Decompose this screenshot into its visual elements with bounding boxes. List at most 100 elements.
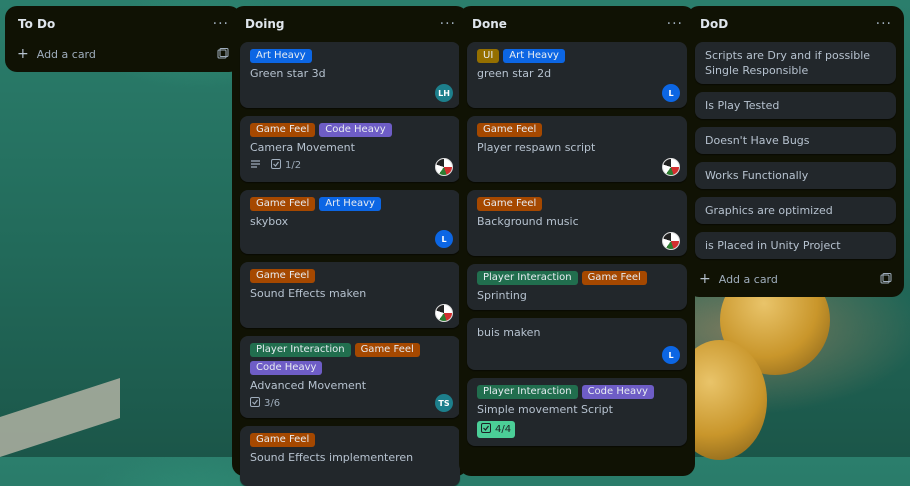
card-label[interactable]: Player Interaction <box>477 271 578 285</box>
task-card[interactable]: Game Feel Sound Effects implementeren <box>240 426 460 486</box>
checklist-icon <box>271 159 281 172</box>
card-title: Green star 3d <box>250 67 326 80</box>
task-card[interactable]: UI Art Heavy green star 2d L <box>467 42 687 108</box>
list-title[interactable]: Doing <box>245 17 284 31</box>
card-title: Camera Movement <box>250 141 355 154</box>
member-avatar[interactable] <box>662 232 680 250</box>
member-avatar[interactable]: TS <box>435 394 453 412</box>
list-menu-icon[interactable]: ··· <box>667 16 683 32</box>
member-avatar[interactable]: L <box>435 230 453 248</box>
list-menu-icon[interactable]: ··· <box>440 16 456 32</box>
card-title: Graphics are optimized <box>705 204 833 217</box>
checklist-badge: 3/6 <box>250 397 280 410</box>
card-title: Scripts are Dry and if possible Single R… <box>705 49 871 77</box>
background-ground <box>0 378 120 457</box>
card-label[interactable]: Art Heavy <box>250 49 312 63</box>
card-label[interactable]: Game Feel <box>250 123 316 137</box>
member-avatar[interactable] <box>662 158 680 176</box>
card-label[interactable]: Game Feel <box>477 197 543 211</box>
plus-icon: + <box>17 46 29 62</box>
card-label[interactable]: Game Feel <box>477 123 543 137</box>
task-card[interactable]: Game Feel Sound Effects maken <box>240 262 460 328</box>
card-labels: Player Interaction Game Feel Code Heavy <box>250 343 450 375</box>
card-title: Background music <box>477 215 579 228</box>
list-title[interactable]: To Do <box>18 17 55 31</box>
task-card[interactable]: Doesn't Have Bugs <box>695 127 896 154</box>
task-card[interactable]: Graphics are optimized <box>695 197 896 224</box>
list-header: DoD ··· <box>695 6 896 42</box>
card-container: Art Heavy Green star 3d LH Game Feel Code He… <box>240 42 460 486</box>
task-card[interactable]: Art Heavy Green star 3d LH <box>240 42 460 108</box>
list-menu-icon[interactable]: ··· <box>213 16 229 32</box>
task-card[interactable]: Player Interaction Game Feel Sprinting <box>467 264 687 310</box>
task-card[interactable]: Player Interaction Game Feel Code Heavy Adv… <box>240 336 460 418</box>
card-labels: Game Feel Code Heavy <box>250 123 450 137</box>
card-label[interactable]: UI <box>477 49 500 63</box>
card-badges: 4/4 <box>477 421 677 438</box>
task-card[interactable]: Works Functionally <box>695 162 896 189</box>
card-title: Player respawn script <box>477 141 596 154</box>
card-title: skybox <box>250 215 289 228</box>
card-label[interactable]: Game Feel <box>354 343 420 357</box>
card-label[interactable]: Art Heavy <box>503 49 565 63</box>
card-title: Sound Effects implementeren <box>250 451 414 464</box>
card-labels: Player Interaction Code Heavy <box>477 385 677 399</box>
template-icon[interactable] <box>880 273 892 285</box>
list-title[interactable]: Done <box>472 17 507 31</box>
task-card[interactable]: Game Feel Player respawn script <box>467 116 687 182</box>
checklist-badge: 4/4 <box>477 421 516 438</box>
member-avatar[interactable] <box>435 158 453 176</box>
checklist-count: 4/4 <box>495 424 512 435</box>
card-labels: Player Interaction Game Feel <box>477 271 677 285</box>
add-card-button[interactable]: + Add a card <box>695 267 896 291</box>
task-card[interactable]: Scripts are Dry and if possible Single R… <box>695 42 896 84</box>
list-done: Done ··· UI Art Heavy green star 2d L Game F… <box>459 6 695 476</box>
member-avatar[interactable] <box>435 304 453 322</box>
task-card[interactable]: Game Feel Code Heavy Camera Movement 1/2 <box>240 116 460 182</box>
card-label[interactable]: Game Feel <box>250 433 316 447</box>
checklist-count: 1/2 <box>285 160 302 171</box>
template-icon[interactable] <box>217 48 229 60</box>
list-header: Done ··· <box>467 6 687 42</box>
card-title: Sound Effects maken <box>250 287 367 300</box>
member-avatar[interactable]: L <box>662 84 680 102</box>
task-card[interactable]: Game Feel Art Heavy skybox L <box>240 190 460 254</box>
plus-icon: + <box>699 271 711 287</box>
task-card[interactable]: is Placed in Unity Project <box>695 232 896 259</box>
card-title: buis maken <box>477 326 541 339</box>
add-card-label: Add a card <box>36 47 96 61</box>
card-title: Sprinting <box>477 289 527 302</box>
member-avatar[interactable]: L <box>662 346 680 364</box>
card-label[interactable]: Player Interaction <box>477 385 578 399</box>
card-label[interactable]: Game Feel <box>250 269 316 283</box>
list-header: To Do ··· <box>13 6 233 42</box>
description-icon <box>250 159 261 172</box>
card-labels: Game Feel <box>477 123 677 137</box>
card-label[interactable]: Game Feel <box>581 271 647 285</box>
list-title[interactable]: DoD <box>700 17 728 31</box>
card-labels: Art Heavy <box>250 49 450 63</box>
card-title: Simple movement Script <box>477 403 613 416</box>
checklist-badge: 1/2 <box>271 159 301 172</box>
task-card[interactable]: Game Feel Background music <box>467 190 687 256</box>
card-title: Works Functionally <box>705 169 809 182</box>
member-avatar[interactable]: LH <box>435 84 453 102</box>
card-badges: 3/6 <box>250 397 450 410</box>
card-label[interactable]: Player Interaction <box>250 343 351 357</box>
card-label[interactable]: Art Heavy <box>319 197 381 211</box>
task-card[interactable]: Is Play Tested <box>695 92 896 119</box>
task-card[interactable]: buis maken L <box>467 318 687 370</box>
list-menu-icon[interactable]: ··· <box>876 16 892 32</box>
task-card[interactable]: Player Interaction Code Heavy Simple movem… <box>467 378 687 446</box>
add-card-button[interactable]: + Add a card <box>13 42 233 66</box>
add-card-label: Add a card <box>718 272 778 286</box>
card-label[interactable]: Game Feel <box>250 197 316 211</box>
card-label[interactable]: Code Heavy <box>581 385 654 399</box>
checklist-icon <box>250 397 260 410</box>
card-label[interactable]: Code Heavy <box>250 361 323 375</box>
list-header: Doing ··· <box>240 6 460 42</box>
card-title: green star 2d <box>477 67 552 80</box>
checklist-icon <box>481 423 491 436</box>
card-label[interactable]: Code Heavy <box>319 123 392 137</box>
card-title: Advanced Movement <box>250 379 367 392</box>
